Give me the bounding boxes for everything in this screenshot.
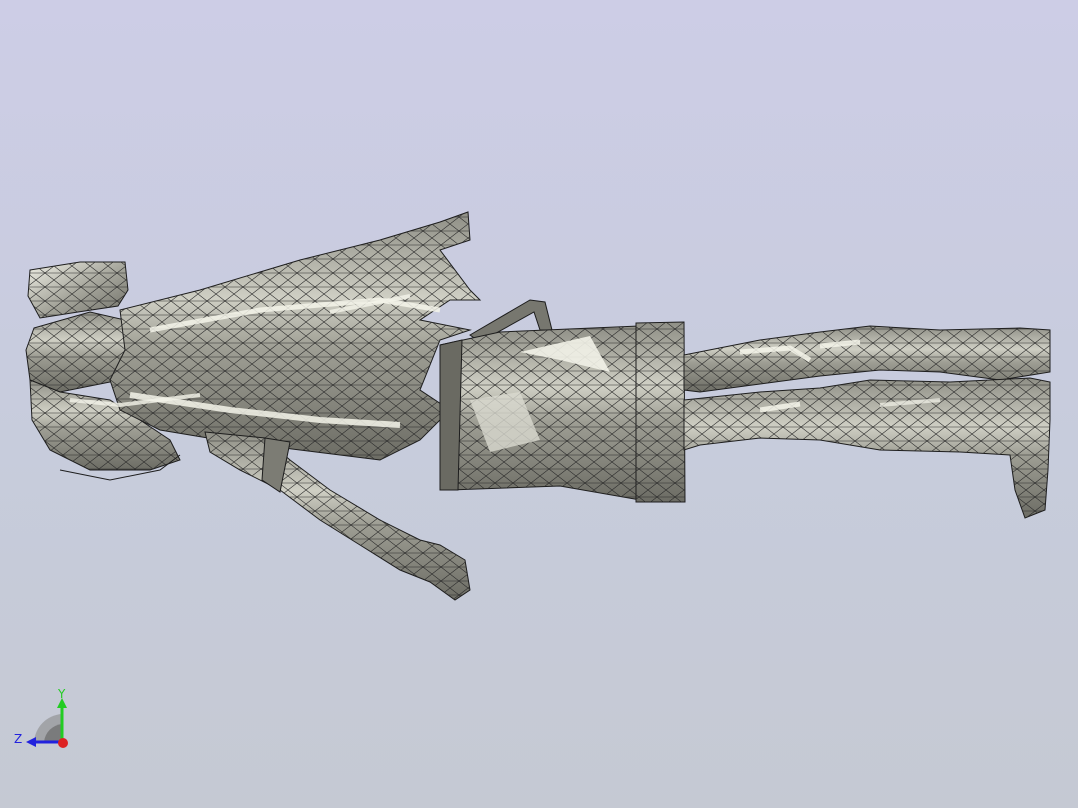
arm [204, 431, 471, 601]
z-axis-label: Z [14, 732, 23, 746]
hair-bow [27, 261, 129, 319]
3d-viewport[interactable]: Y Z [0, 0, 1078, 808]
y-axis-label: Y [58, 687, 66, 701]
torso [439, 325, 641, 501]
x-axis-point [58, 738, 68, 748]
legs [683, 325, 1051, 519]
z-axis-arrow [26, 737, 36, 747]
axis-triad[interactable]: Y Z [10, 684, 80, 754]
waistband [635, 321, 686, 503]
mesh-model[interactable] [0, 0, 1078, 808]
